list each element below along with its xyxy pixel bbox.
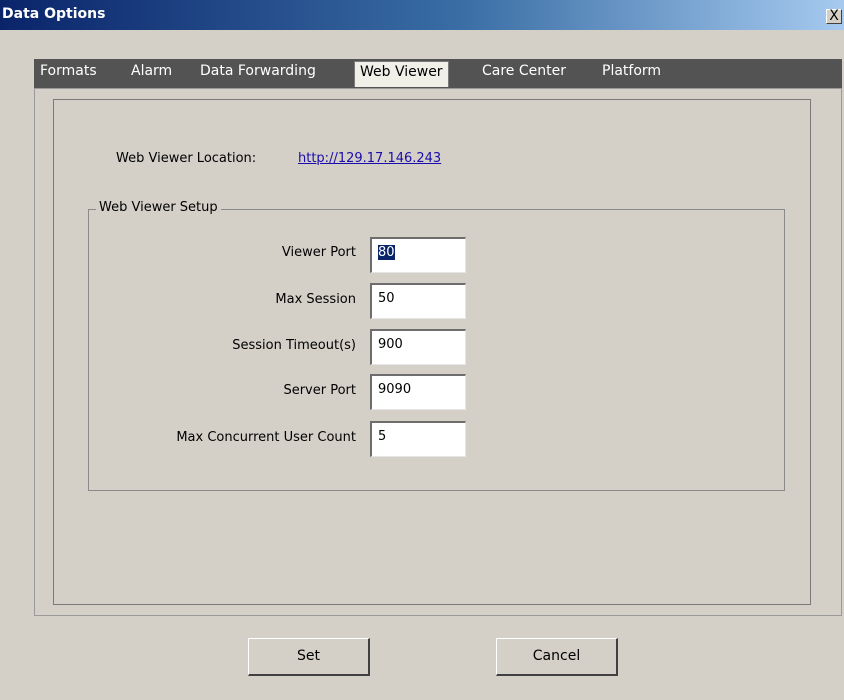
tab-alarm[interactable]: Alarm: [131, 63, 172, 79]
session-timeout-label: Session Timeout(s): [232, 338, 356, 353]
max-concurrent-user-count-input[interactable]: 5: [370, 421, 466, 457]
tab-web-viewer[interactable]: Web Viewer: [354, 61, 449, 87]
tab-data-forwarding[interactable]: Data Forwarding: [200, 63, 316, 79]
web-viewer-location-link[interactable]: http://129.17.146.243: [298, 151, 441, 166]
cancel-button[interactable]: Cancel: [496, 638, 618, 676]
viewer-port-value: 80: [378, 245, 395, 260]
session-timeout-input[interactable]: 900: [370, 329, 466, 365]
server-port-input[interactable]: 9090: [370, 374, 466, 410]
max-session-label: Max Session: [275, 292, 356, 307]
close-button[interactable]: X: [826, 9, 842, 24]
tab-strip: Formats Alarm Data Forwarding Web Viewer…: [34, 59, 842, 88]
tab-platform[interactable]: Platform: [602, 63, 661, 79]
close-icon: X: [829, 8, 839, 24]
web-viewer-setup-title: Web Viewer Setup: [96, 200, 221, 215]
window-title: Data Options: [2, 6, 106, 22]
tab-care-center[interactable]: Care Center: [482, 63, 566, 79]
title-bar: Data Options X: [0, 0, 844, 30]
viewer-port-input[interactable]: 80: [370, 237, 466, 273]
max-session-input[interactable]: 50: [370, 283, 466, 319]
max-concurrent-user-count-label: Max Concurrent User Count: [176, 430, 356, 445]
tab-formats[interactable]: Formats: [40, 63, 97, 79]
set-button[interactable]: Set: [248, 638, 370, 676]
viewer-port-label: Viewer Port: [281, 245, 356, 260]
server-port-label: Server Port: [283, 383, 356, 398]
web-viewer-location-label: Web Viewer Location:: [116, 151, 257, 166]
